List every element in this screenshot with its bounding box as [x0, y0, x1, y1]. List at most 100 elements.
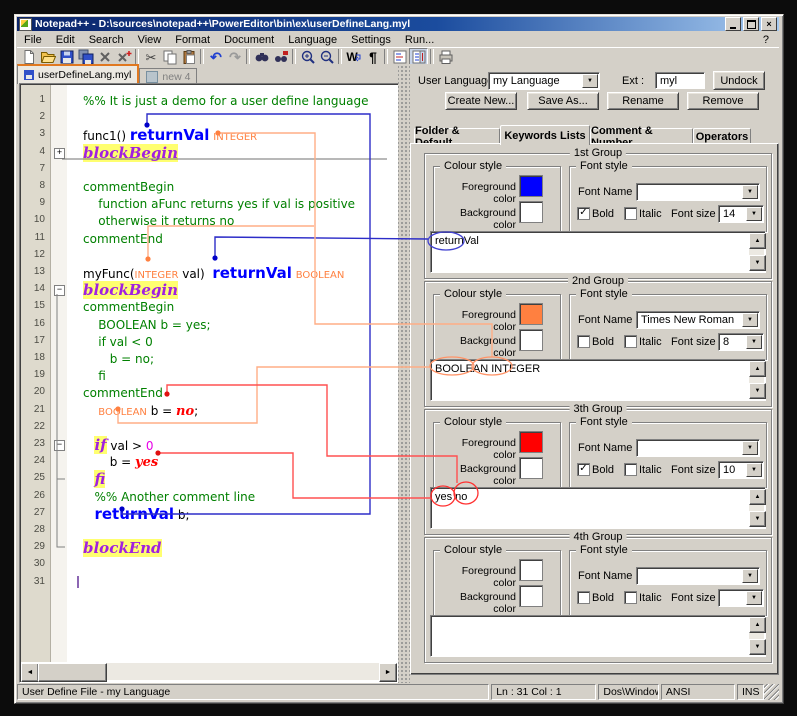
menu-run[interactable]: Run...: [398, 34, 441, 46]
italic-checkbox[interactable]: [624, 335, 637, 348]
background-color-swatch[interactable]: [519, 585, 543, 607]
foreground-color-swatch[interactable]: [519, 559, 543, 581]
zoom-in-button[interactable]: [298, 48, 317, 65]
keywords-scrollbar[interactable]: ▲ ▼: [749, 233, 766, 271]
editor-line-14[interactable]: 14− blockBegin: [21, 281, 396, 300]
bold-checkbox[interactable]: ✓: [577, 207, 590, 220]
fold-expand-icon[interactable]: +: [54, 147, 65, 159]
fold-collapse-icon[interactable]: −: [54, 440, 65, 451]
editor-line-13[interactable]: 13 myFunc(INTEGER val) returnVal BOOLEAN: [21, 264, 396, 282]
scroll-up-button[interactable]: ▲: [749, 361, 766, 377]
keywords-textarea[interactable]: BOOLEAN INTEGER ▲ ▼: [430, 359, 766, 401]
editor-line-11[interactable]: 11 commentEnd: [21, 230, 396, 248]
open-button[interactable]: [38, 48, 57, 65]
editor-line-22[interactable]: 22: [21, 419, 396, 437]
keywords-scrollbar[interactable]: ▲ ▼: [749, 361, 766, 399]
editor-line-2[interactable]: 2: [21, 109, 396, 127]
scroll-up-button[interactable]: ▲: [749, 489, 766, 505]
menu-document[interactable]: Document: [217, 34, 281, 46]
italic-checkbox[interactable]: [624, 207, 637, 220]
editor-line-23[interactable]: 23− if val > 0: [21, 436, 396, 454]
chevron-down-icon[interactable]: ▼: [746, 207, 762, 221]
editor-line-21[interactable]: 21 BOOLEAN b = no;: [21, 402, 396, 420]
show-symbols-button[interactable]: ¶: [363, 48, 382, 65]
font-name-select[interactable]: Times New Roman ▼: [636, 311, 760, 329]
font-name-select[interactable]: ▼: [636, 567, 760, 585]
new-button[interactable]: [19, 48, 38, 65]
doc-tab-1[interactable]: userDefineLang.myl: [17, 64, 140, 84]
word-wrap-button[interactable]: W: [344, 48, 363, 65]
bold-checkbox[interactable]: [577, 335, 590, 348]
close-button[interactable]: ×: [761, 17, 777, 31]
udl-list-button[interactable]: [390, 48, 409, 65]
menu-view[interactable]: View: [131, 34, 169, 46]
foreground-color-swatch[interactable]: [519, 431, 543, 453]
editor-line-18[interactable]: 18 b = no;: [21, 350, 396, 368]
scroll-thumb[interactable]: [38, 663, 107, 682]
replace-button[interactable]: [271, 48, 290, 65]
scroll-down-button[interactable]: ▼: [749, 255, 766, 271]
menu-help[interactable]: ?: [753, 34, 779, 46]
editor-line-12[interactable]: 12: [21, 247, 396, 265]
editor-line-4[interactable]: 4 + blockBegin: [21, 143, 396, 162]
save-as-button[interactable]: Save As...: [527, 92, 599, 110]
create-new-button[interactable]: Create New...: [445, 92, 517, 110]
redo-button[interactable]: ↷: [225, 48, 244, 65]
dock-splitter[interactable]: [398, 64, 410, 683]
editor-horizontal-scrollbar[interactable]: ◄ ►: [21, 663, 397, 682]
foreground-color-swatch[interactable]: [519, 303, 543, 325]
scroll-down-button[interactable]: ▼: [749, 511, 766, 527]
chevron-down-icon[interactable]: ▼: [746, 463, 762, 477]
editor-line-31[interactable]: 31: [21, 574, 396, 592]
foreground-color-swatch[interactable]: [519, 175, 543, 197]
editor-line-8[interactable]: 8 commentBegin: [21, 178, 396, 196]
udl-dialog-button[interactable]: [409, 48, 428, 65]
editor-line-19[interactable]: 19 fi: [21, 367, 396, 385]
bold-checkbox[interactable]: [577, 591, 590, 604]
title-bar[interactable]: Notepad++ - D:\sources\notepad++\PowerEd…: [17, 17, 779, 31]
ext-input[interactable]: myl: [655, 72, 705, 89]
menu-format[interactable]: Format: [168, 34, 217, 46]
remove-button[interactable]: Remove: [687, 92, 759, 110]
cut-button[interactable]: ✂: [141, 48, 160, 65]
minimize-button[interactable]: [725, 17, 741, 31]
editor-line-26[interactable]: 26 %% Another comment line: [21, 488, 396, 506]
editor-line-27[interactable]: 27 returnVal b;: [21, 505, 396, 523]
background-color-swatch[interactable]: [519, 329, 543, 351]
font-name-select[interactable]: ▼: [636, 439, 760, 457]
undo-button[interactable]: ↶: [206, 48, 225, 65]
editor-line-7[interactable]: 7: [21, 161, 396, 179]
editor-line-1[interactable]: 1 %% It is just a demo for a user define …: [21, 92, 396, 110]
keywords-textarea[interactable]: returnVal ▲ ▼: [430, 231, 766, 273]
scroll-up-button[interactable]: ▲: [749, 617, 766, 633]
editor-line-29[interactable]: 29 blockEnd: [21, 539, 396, 558]
editor-line-16[interactable]: 16 BOOLEAN b = yes;: [21, 316, 396, 334]
font-size-select[interactable]: 8 ▼: [718, 333, 764, 351]
font-size-select[interactable]: 14 ▼: [718, 205, 764, 223]
find-button[interactable]: [252, 48, 271, 65]
print-button[interactable]: [436, 48, 455, 65]
keywords-scrollbar[interactable]: ▲ ▼: [749, 617, 766, 655]
resize-grip[interactable]: [764, 684, 780, 700]
menu-language[interactable]: Language: [281, 34, 344, 46]
editor-line-15[interactable]: 15 commentBegin: [21, 298, 396, 316]
background-color-swatch[interactable]: [519, 201, 543, 223]
save-button[interactable]: [57, 48, 76, 65]
editor-line-24[interactable]: 24 b = yes: [21, 453, 396, 471]
chevron-down-icon[interactable]: ▼: [746, 591, 762, 605]
keywords-textarea[interactable]: yes no ▲ ▼: [430, 487, 766, 529]
doc-tab-2[interactable]: new 4: [139, 68, 198, 84]
save-all-button[interactable]: [76, 48, 95, 65]
menu-settings[interactable]: Settings: [344, 34, 398, 46]
fold-collapse-icon[interactable]: −: [54, 285, 65, 297]
scroll-down-button[interactable]: ▼: [749, 383, 766, 399]
tab-keywords-lists[interactable]: Keywords Lists: [500, 125, 590, 145]
editor-line-9[interactable]: 9 function aFunc returns yes if val is p…: [21, 195, 396, 213]
editor-line-17[interactable]: 17 if val < 0: [21, 333, 396, 351]
maximize-button[interactable]: [743, 17, 759, 31]
italic-checkbox[interactable]: [624, 463, 637, 476]
chevron-down-icon[interactable]: ▼: [582, 74, 598, 88]
font-size-select[interactable]: 10 ▼: [718, 461, 764, 479]
font-size-select[interactable]: ▼: [718, 589, 764, 607]
menu-search[interactable]: Search: [82, 34, 131, 46]
